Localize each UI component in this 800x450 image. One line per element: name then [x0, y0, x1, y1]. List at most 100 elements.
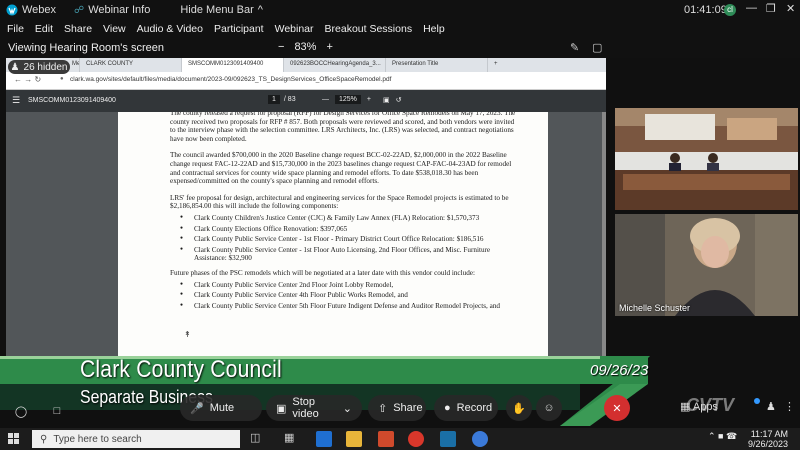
menu-help[interactable]: Help [423, 23, 445, 35]
user-avatar[interactable]: cl [724, 4, 736, 16]
more-icon[interactable]: ⋮ [784, 400, 795, 413]
office-icon[interactable] [378, 431, 394, 447]
hearing-room-video [615, 108, 798, 210]
pdf-zoom-out-button[interactable]: — [322, 96, 329, 103]
browser-tab-presentation[interactable]: Presentation Title [386, 58, 488, 72]
people-icon: ♟ [10, 61, 20, 73]
taskbar-time: 11:17 AM [750, 429, 789, 439]
minimize-icon[interactable]: — [746, 2, 757, 14]
close-icon[interactable]: ✕ [786, 2, 795, 15]
leave-meeting-button[interactable]: ✕ [604, 395, 630, 421]
browser-tab-strip: Meeting... CLARK COUNTY SMSCOMM012309140… [6, 58, 606, 72]
apps-label: Apps [692, 401, 718, 413]
menu-breakout-sessions[interactable]: Breakout Sessions [325, 23, 413, 35]
participants-icon[interactable]: ♟ [766, 400, 776, 413]
tray-icons[interactable]: ⌃ ■ ☎ [708, 431, 737, 442]
pdf-zoom-in-button[interactable]: + [367, 96, 371, 103]
chrome-icon[interactable] [408, 431, 424, 447]
zoom-control: − 83% + [278, 41, 333, 53]
chat-icon[interactable]: □ [44, 398, 70, 424]
browser-tab-clark-county[interactable]: CLARK COUNTY [80, 58, 182, 72]
windows-start-icon[interactable] [8, 433, 20, 445]
browser-url[interactable]: clark.wa.gov/sites/default/files/media/d… [70, 76, 391, 83]
browser-address-bar[interactable]: ← → ↻ ● clark.wa.gov/sites/default/files… [6, 72, 606, 90]
camera-icon: ▣ [276, 402, 287, 415]
fit-page-icon[interactable]: ▣ [383, 96, 390, 104]
hidden-count: 26 hidden [23, 61, 68, 73]
lower-third-date: 09/26/23 [590, 362, 649, 379]
participant-video [615, 214, 798, 316]
new-tab-icon[interactable]: + [488, 58, 508, 72]
participant-name: Michelle Schuster [619, 303, 691, 313]
menu-file[interactable]: File [7, 23, 24, 35]
webinar-info-label: Webinar Info [88, 4, 151, 16]
list-item: Clark County Children's Justice Center (… [170, 214, 520, 223]
browser-tab-pdf[interactable]: SMSCOMM0123091409400 [182, 58, 284, 72]
doc-list-future: Clark County Public Service Center 2nd F… [170, 281, 520, 311]
browser-nav-icons[interactable]: ← → ↻ [14, 75, 41, 84]
menu-webinar[interactable]: Webinar [275, 23, 314, 35]
list-item: Clark County Public Service Center 2nd F… [170, 281, 520, 290]
notification-dot [754, 398, 760, 404]
reactions-icon[interactable]: ☺ [536, 395, 562, 421]
stop-video-label: Stop video [292, 396, 319, 420]
record-button[interactable]: ● Record [434, 395, 498, 421]
menu-edit[interactable]: Edit [35, 23, 53, 35]
menu-view[interactable]: View [103, 23, 126, 35]
menu-share[interactable]: Share [64, 23, 92, 35]
pdf-page-indicator: 1 / 83 [268, 95, 296, 104]
hide-menu-bar-label: Hide Menu Bar [180, 4, 254, 16]
info-shield-icon: ☍ [74, 4, 85, 16]
chevron-down-icon[interactable]: ⌄ [343, 402, 352, 415]
hidden-participants-pill[interactable]: ♟ 26 hidden [8, 60, 70, 74]
hide-menu-bar-button[interactable]: Hide Menu Bar ^ [180, 4, 263, 16]
zoom-out-button[interactable]: − [278, 41, 284, 53]
video-tile-hearing-room[interactable] [615, 108, 798, 210]
pdf-zoom-level[interactable]: 125% [335, 95, 361, 104]
taskbar-search-input[interactable]: ⚲ Type here to search [32, 430, 240, 448]
list-item: Clark County Elections Office Renovation… [170, 225, 520, 234]
hamburger-menu-icon[interactable]: ☰ [12, 95, 20, 106]
record-label: Record [456, 402, 493, 414]
video-tile-michelle-schuster[interactable]: Michelle Schuster [615, 214, 798, 316]
taskbar-clock[interactable]: 11:17 AM 9/26/2023 [748, 429, 788, 449]
restore-icon[interactable]: ❐ [766, 2, 776, 15]
menu-bar: File Edit Share View Audio & Video Parti… [0, 20, 800, 38]
meeting-clock: 01:41:09 [684, 4, 727, 16]
pdf-toolbar: ☰ SMSCOMM0123091409400 1 / 83 — 125% + ▣… [6, 90, 606, 112]
app-name: Webex [22, 4, 57, 16]
pdf-zoom-control: — 125% + ▣ ↺ [322, 95, 402, 104]
pdf-scrollbar[interactable] [602, 112, 606, 358]
annotate-icon[interactable]: ✎ [570, 41, 579, 54]
browser-tab-agenda[interactable]: 092623BOCCHearingAgenda_3... [284, 58, 386, 72]
list-item: Clark County Public Service Center 5th F… [170, 302, 520, 311]
popout-icon[interactable]: ▢ [592, 41, 602, 54]
task-view-icon[interactable]: ◫ [250, 431, 266, 447]
share-icon: ⇧ [378, 402, 388, 415]
menu-participant[interactable]: Participant [214, 23, 264, 35]
apps-grid-icon: ▦ [680, 401, 691, 413]
share-button[interactable]: ⇧ Share [368, 395, 426, 421]
edge-beta-icon[interactable] [472, 431, 488, 447]
windows-taskbar: ⚲ Type here to search ◫ ▦ ⌃ ■ ☎ 11:17 AM… [0, 428, 800, 450]
webex-window: Webex ☍ Webinar Info Hide Menu Bar ^ 01:… [0, 0, 800, 450]
mute-button[interactable]: 🎤 Mute [180, 395, 262, 421]
pdf-page-input[interactable]: 1 [268, 95, 280, 104]
menu-audio-video[interactable]: Audio & Video [137, 23, 203, 35]
file-explorer-small-icon[interactable]: ▦ [284, 431, 300, 447]
webinar-info-button[interactable]: ☍ Webinar Info [74, 4, 150, 16]
record-icon: ● [444, 402, 451, 414]
viewing-label: Viewing Hearing Room's screen [8, 42, 164, 54]
edge-icon[interactable] [316, 431, 332, 447]
stop-video-button[interactable]: ▣ Stop video ⌄ [266, 395, 362, 421]
raise-hand-icon[interactable]: ✋ [506, 395, 532, 421]
zoom-in-button[interactable]: + [326, 41, 332, 53]
webex-taskbar-icon[interactable] [440, 431, 456, 447]
settings-icon[interactable]: ◯ [8, 398, 34, 424]
doc-paragraph-funding: The council awarded $700,000 in the 2020… [170, 151, 512, 186]
search-placeholder: Type here to search [53, 433, 142, 445]
doc-list-components: Clark County Children's Justice Center (… [170, 214, 520, 263]
rotate-icon[interactable]: ↺ [396, 96, 402, 104]
apps-button[interactable]: ▦ Apps [680, 400, 718, 413]
file-explorer-icon[interactable] [346, 431, 362, 447]
